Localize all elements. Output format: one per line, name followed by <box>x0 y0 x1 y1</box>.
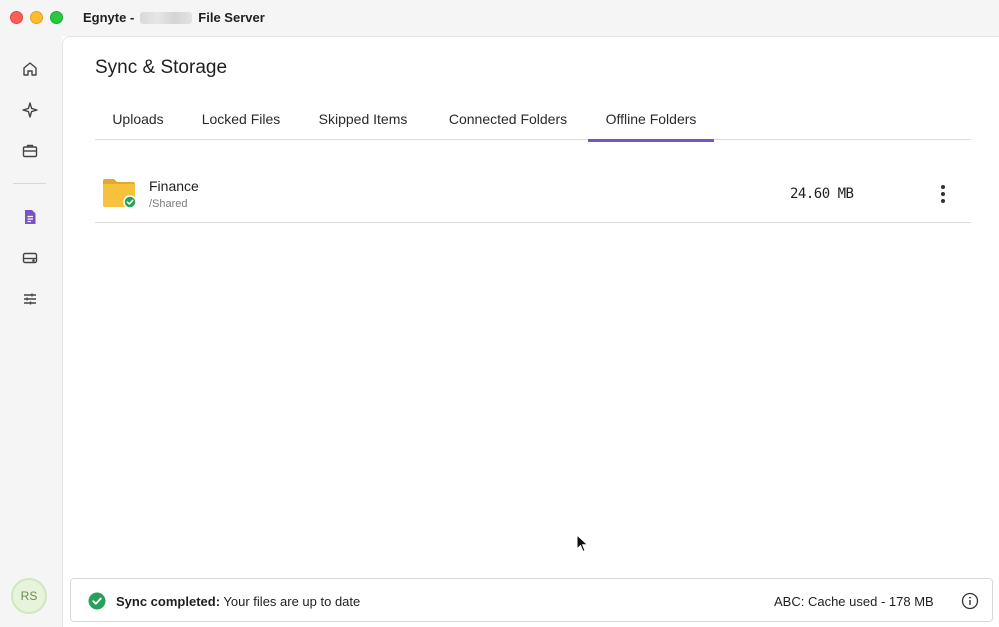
main-panel: Sync & Storage Uploads Locked Files Skip… <box>62 36 999 627</box>
folder-path: /Shared <box>149 198 188 210</box>
sparkle-icon <box>22 102 38 118</box>
sidebar-item-home[interactable] <box>16 55 44 83</box>
minimize-window-button[interactable] <box>30 11 43 24</box>
folder-name: Finance <box>149 178 199 194</box>
redacted-region <box>140 11 193 24</box>
status-bar: Sync completed: Your files are up to dat… <box>70 578 993 622</box>
sidebar-item-sync-storage[interactable] <box>16 203 44 231</box>
tab-connected-folders[interactable]: Connected Folders <box>433 107 583 140</box>
sidebar: RS <box>0 36 62 627</box>
tab-bar: Uploads Locked Files Skipped Items Conne… <box>95 107 971 142</box>
sidebar-item-workspace[interactable] <box>16 137 44 165</box>
close-window-button[interactable] <box>10 11 23 24</box>
window-title-suffix: File Server <box>198 10 265 25</box>
sidebar-item-ai[interactable] <box>16 96 44 124</box>
sync-status-message: Your files are up to date <box>223 594 361 609</box>
mouse-pointer-icon <box>576 534 589 553</box>
sidebar-item-settings[interactable] <box>16 285 44 313</box>
maximize-window-button[interactable] <box>50 11 63 24</box>
sliders-icon <box>24 293 36 305</box>
sidebar-divider <box>13 183 46 184</box>
document-icon <box>25 210 36 224</box>
sidebar-item-drives[interactable] <box>16 244 44 272</box>
folder-size: 24.60 MB <box>790 186 854 202</box>
info-icon[interactable] <box>961 592 979 610</box>
sync-status-bold: Sync completed: <box>116 594 221 609</box>
tab-uploads[interactable]: Uploads <box>95 107 181 140</box>
more-options-icon[interactable] <box>933 181 953 207</box>
page-title: Sync & Storage <box>95 57 228 78</box>
tab-offline-folders[interactable]: Offline Folders <box>588 107 714 142</box>
drive-icon <box>22 252 38 264</box>
avatar[interactable]: RS <box>11 578 47 614</box>
window-title: Egnyte - File Server <box>83 10 265 25</box>
folder-synced-icon <box>103 179 137 209</box>
home-icon <box>23 62 37 76</box>
tab-locked-files[interactable]: Locked Files <box>191 107 291 140</box>
sync-status-text: Sync completed: Your files are up to dat… <box>116 594 360 609</box>
check-circle-icon <box>88 592 106 610</box>
briefcase-icon <box>22 144 38 158</box>
window-title-prefix: Egnyte - <box>83 10 135 25</box>
folder-row[interactable]: Finance /Shared 24.60 MB <box>95 167 971 223</box>
cache-used-text: ABC: Cache used - 178 MB <box>774 594 934 609</box>
tab-skipped-items[interactable]: Skipped Items <box>309 107 417 140</box>
title-bar: Egnyte - File Server <box>0 0 999 36</box>
